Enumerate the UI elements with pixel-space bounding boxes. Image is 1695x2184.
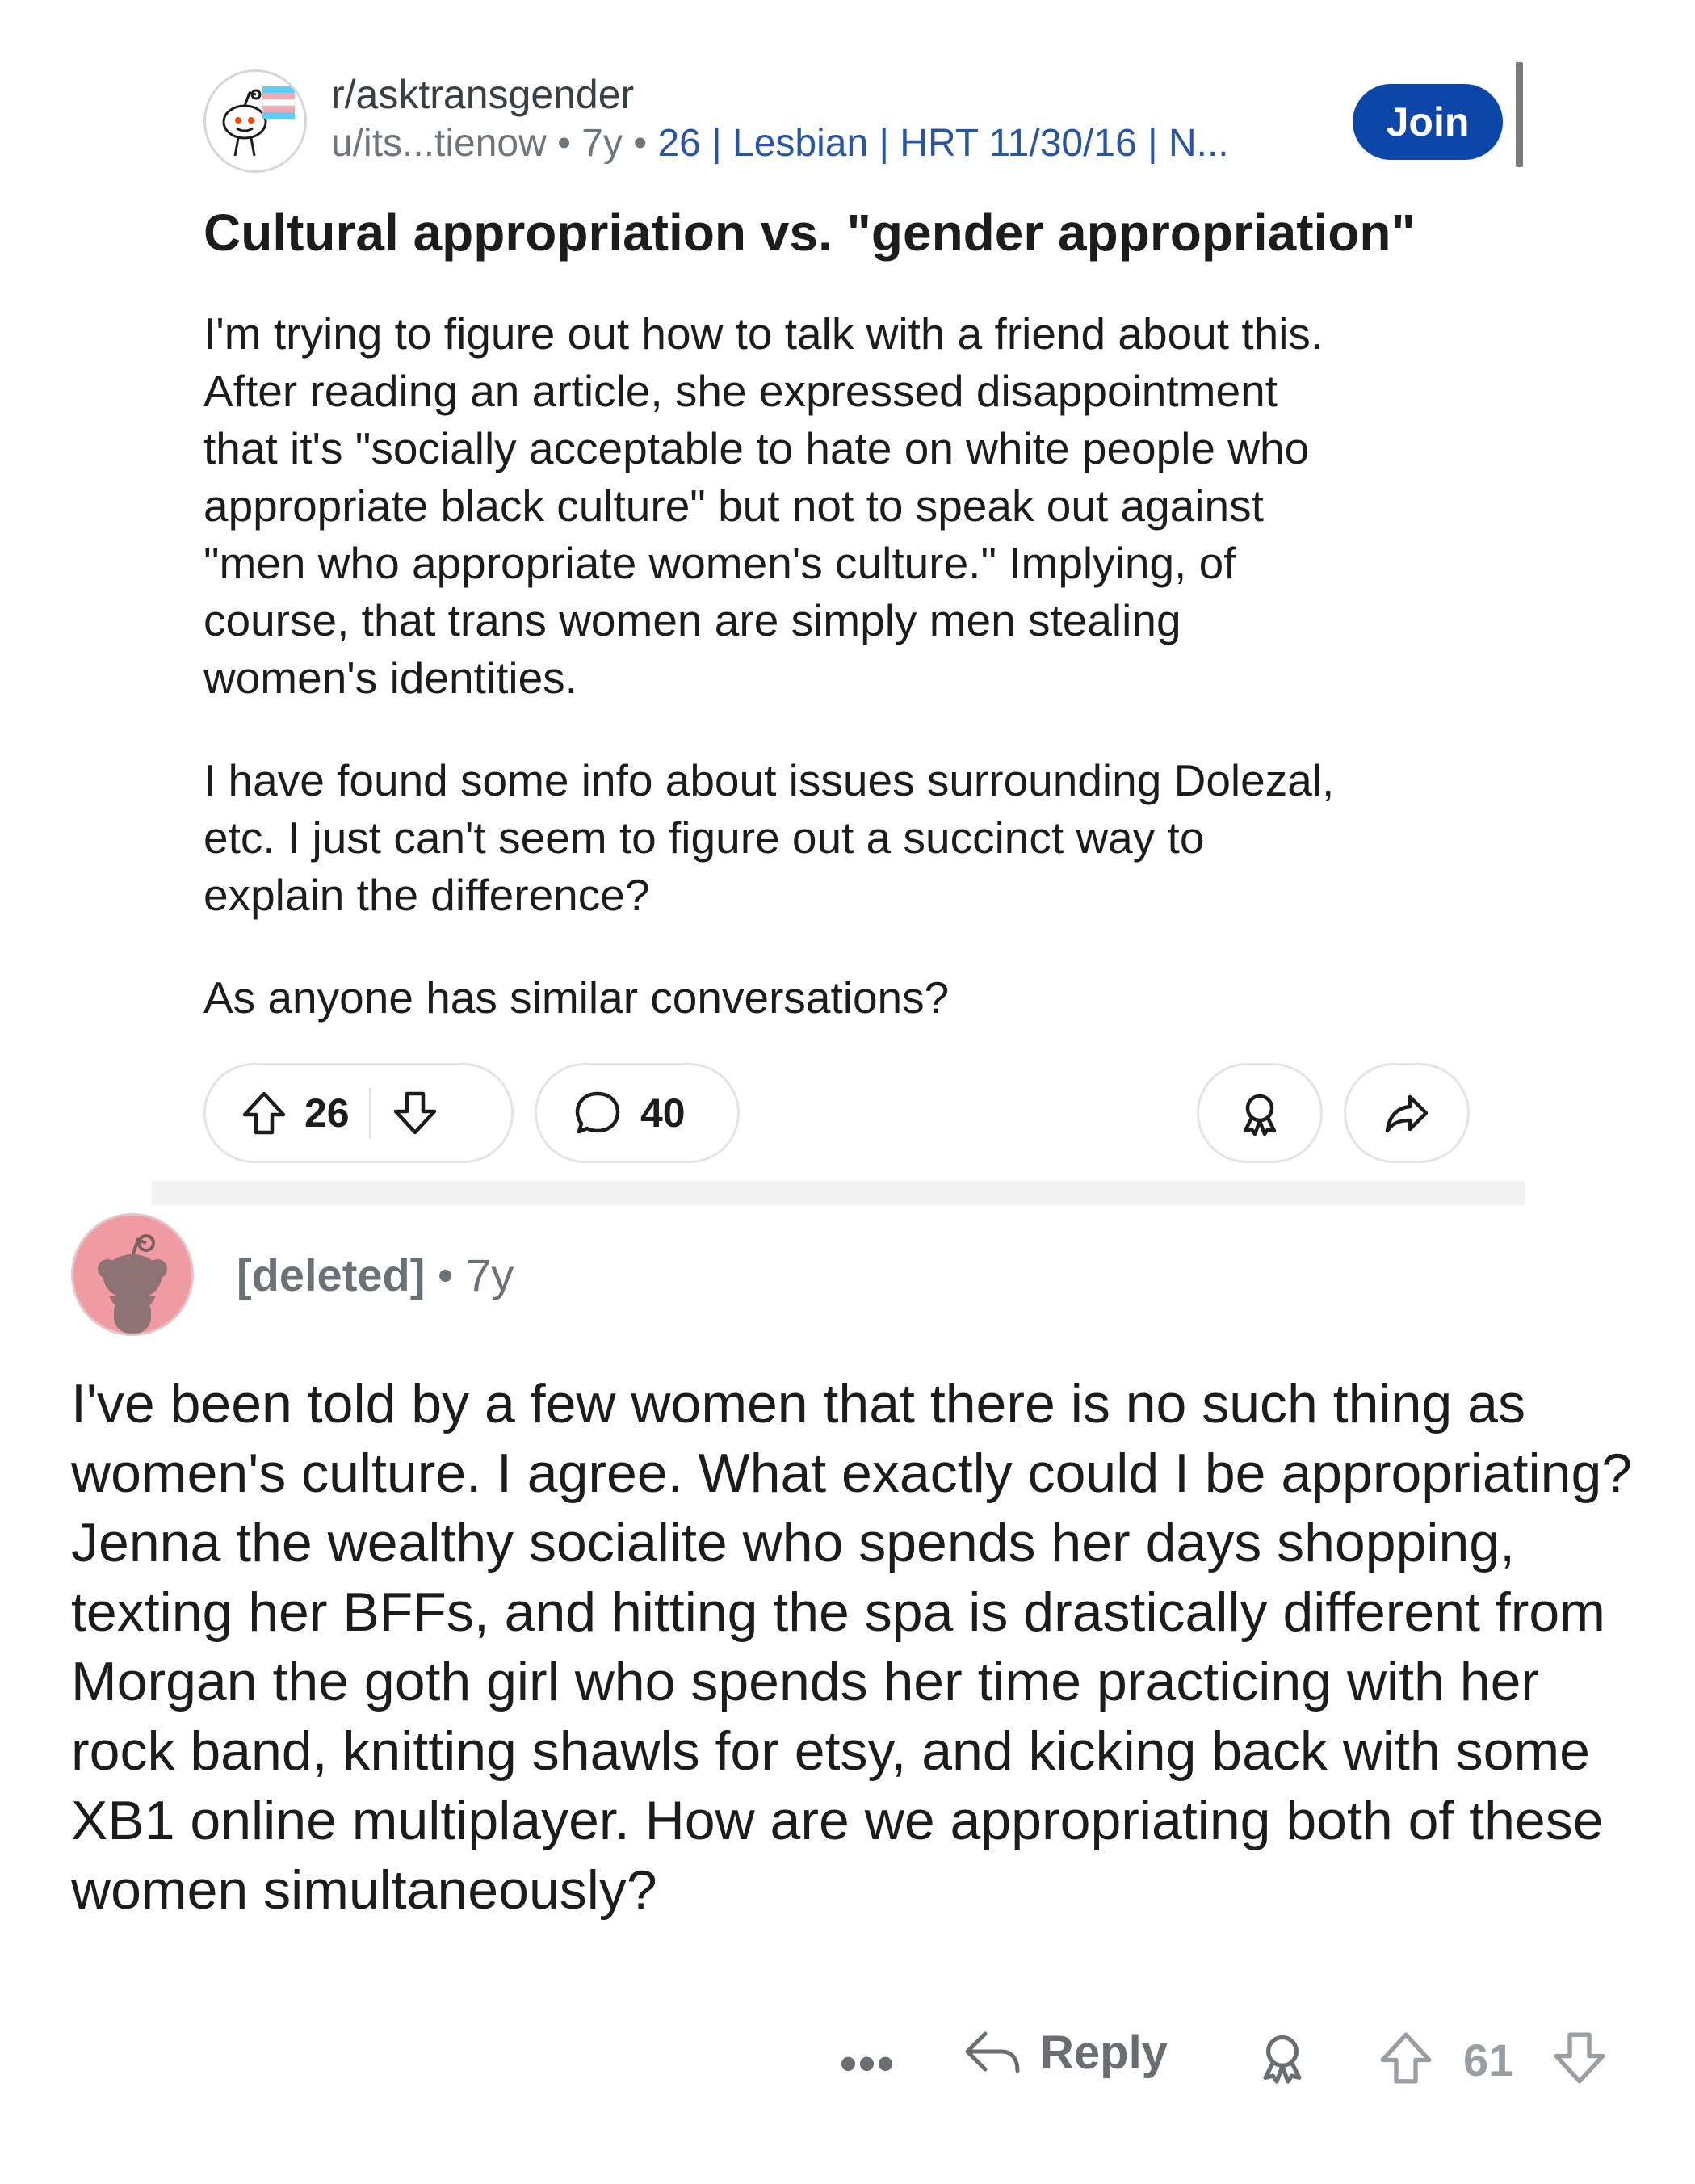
- downvote-icon[interactable]: [391, 1089, 439, 1137]
- meta-separator: •: [633, 122, 658, 165]
- join-button[interactable]: Join: [1353, 84, 1503, 160]
- comment-author: [deleted]: [237, 1250, 426, 1300]
- post-paragraph: I'm trying to figure out how to talk wit…: [203, 309, 1324, 703]
- subreddit-avatar[interactable]: [203, 69, 307, 173]
- post-title: Cultural appropriation vs. "gender appro…: [203, 204, 1416, 262]
- comment-age: 7y: [466, 1250, 514, 1300]
- post-paragraph: As anyone has similar conversations?: [203, 972, 950, 1023]
- scroll-indicator: [1516, 62, 1523, 167]
- subreddit-name[interactable]: r/asktransgender: [331, 71, 634, 118]
- reply-arrow-icon: [961, 2027, 1022, 2079]
- upvote-icon[interactable]: [240, 1089, 288, 1137]
- comment-award-icon[interactable]: [1254, 2029, 1311, 2091]
- comment-meta: [deleted] • 7y: [237, 1249, 514, 1301]
- post-age: 7y: [581, 122, 623, 165]
- user-flair: 26 | Lesbian | HRT 11/30/16 | N...: [657, 122, 1229, 165]
- post-author[interactable]: u/its...tienow: [331, 122, 547, 165]
- share-button[interactable]: [1344, 1063, 1470, 1163]
- comment-downvote-icon[interactable]: [1550, 2029, 1609, 2091]
- comment-bubble-icon: [573, 1088, 623, 1138]
- post-comment-separator: [152, 1181, 1525, 1205]
- post-body: I'm trying to figure out how to talk wit…: [203, 305, 1528, 1072]
- comments-button[interactable]: 40: [535, 1063, 740, 1163]
- award-button[interactable]: [1197, 1063, 1323, 1163]
- meta-separator: •: [437, 1250, 454, 1300]
- snoo-silhouette-icon: [98, 1234, 167, 1334]
- deleted-user-avatar: [71, 1213, 194, 1336]
- vote-divider: [368, 1088, 371, 1138]
- post-meta: u/its...tienow • 7y • 26 | Lesbian | HRT…: [331, 121, 1229, 166]
- comment-body: I've been told by a few women that there…: [71, 1373, 1633, 1921]
- comment-score: 61: [1463, 2035, 1514, 2085]
- reply-label: Reply: [1040, 2026, 1168, 2079]
- upvote-count: 26: [304, 1090, 350, 1136]
- comment-count: 40: [640, 1090, 686, 1136]
- snoo-trans-icon: [222, 86, 296, 157]
- award-icon: [1236, 1089, 1284, 1137]
- meta-separator: •: [557, 122, 582, 165]
- vote-bar: 26: [203, 1063, 514, 1163]
- comment-upvote-icon[interactable]: [1377, 2029, 1435, 2091]
- reply-button[interactable]: Reply: [961, 2026, 1168, 2080]
- more-options-icon[interactable]: •••: [840, 2035, 896, 2091]
- share-arrow-icon: [1382, 1089, 1431, 1137]
- post-paragraph: I have found some info about issues surr…: [203, 755, 1335, 920]
